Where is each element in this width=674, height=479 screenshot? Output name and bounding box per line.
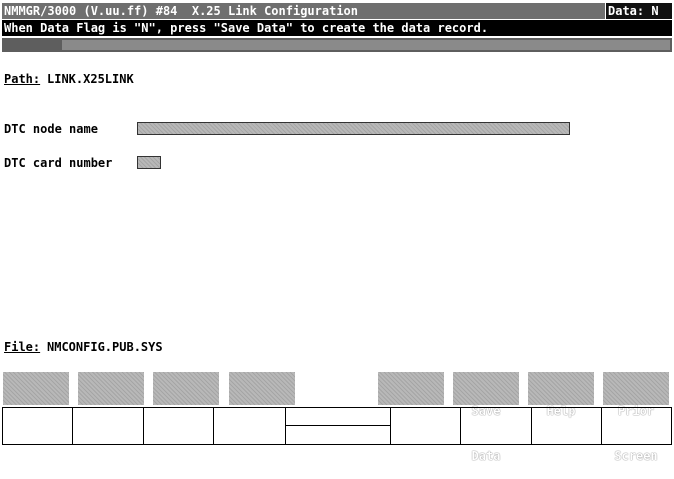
file-value: NMCONFIG.PUB.SYS xyxy=(47,340,163,354)
dtc-card-number-field[interactable] xyxy=(137,156,161,169)
function-key-4[interactable] xyxy=(229,372,295,405)
prior-screen-button[interactable]: Prior Screen xyxy=(603,372,669,463)
softkey-divider xyxy=(143,407,144,445)
dtc-node-name-field[interactable] xyxy=(137,122,570,135)
softkey-divider xyxy=(531,407,532,445)
function-key-3[interactable] xyxy=(153,372,219,405)
save-data-button[interactable]: Save Data xyxy=(453,372,519,463)
save-data-label-line2: Data xyxy=(471,449,501,463)
function-key-2[interactable] xyxy=(78,372,144,405)
command-label: Command: xyxy=(18,52,77,66)
help-button[interactable]: Help xyxy=(528,372,594,418)
softkey-divider xyxy=(460,407,461,445)
path-value: LINK.X25LINK xyxy=(47,72,134,86)
function-key-5[interactable] xyxy=(378,372,444,405)
function-key-1[interactable] xyxy=(3,372,69,405)
instruction-message: When Data Flag is "N", press "Save Data"… xyxy=(2,20,672,36)
dtc-node-name-label: DTC node name xyxy=(4,122,98,136)
command-input[interactable] xyxy=(62,40,670,50)
file-label: File: xyxy=(4,340,41,354)
softkey-divider xyxy=(72,407,73,445)
data-flag-indicator: Data: N xyxy=(606,3,672,19)
path-label: Path: xyxy=(4,72,41,86)
prior-screen-label-line2: Screen xyxy=(614,449,658,463)
softkey-divider xyxy=(390,407,391,445)
softkey-divider xyxy=(213,407,214,445)
softkey-divider xyxy=(601,407,602,445)
softkey-center-divider xyxy=(285,425,390,426)
window-title: NMMGR/3000 (V.uu.ff) #84 X.25 Link Confi… xyxy=(2,3,605,19)
softkey-label-row xyxy=(2,407,672,445)
softkey-divider xyxy=(285,407,286,445)
dtc-card-number-label: DTC card number xyxy=(4,156,113,170)
